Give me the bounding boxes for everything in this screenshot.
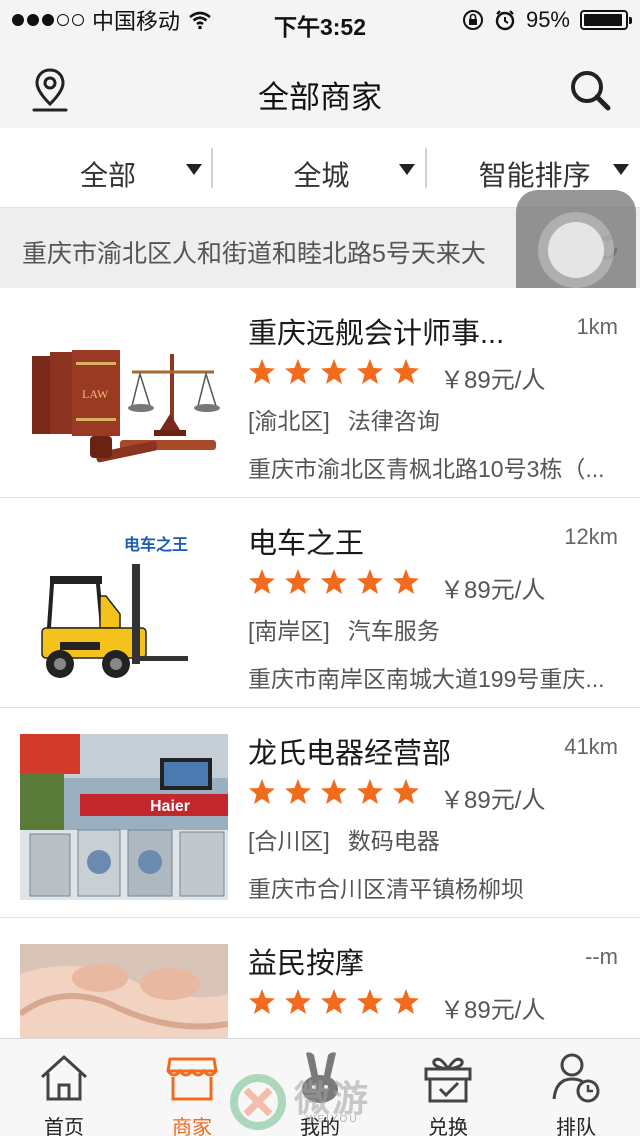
merchant-category: 数码电器 — [347, 828, 440, 854]
star-icon — [357, 989, 383, 1014]
alarm-icon — [495, 10, 515, 31]
merchant-image: 电车之王 — [20, 524, 228, 690]
star-icon — [393, 779, 419, 804]
rating-stars — [248, 988, 420, 1016]
tab-label: 我的 — [300, 1117, 340, 1136]
star-icon — [357, 569, 383, 594]
star-icon — [393, 989, 419, 1014]
star-icon — [285, 779, 311, 804]
merchant-meta: [南岸区] 汽车服务 — [248, 612, 440, 646]
merchant-price: ￥89元/人 — [440, 367, 546, 394]
merchant-distance: --m — [585, 944, 618, 969]
massage-image — [20, 944, 228, 1038]
merchant-name: 电车之王 — [248, 528, 365, 560]
tab-label: 兑换 — [428, 1117, 468, 1136]
star-icon — [321, 989, 347, 1014]
merchant-district: [渝北区] — [248, 408, 330, 434]
dropdown-arrow-icon — [612, 164, 629, 175]
merchant-address: 重庆市渝北区青枫北路10号3栋（... — [248, 456, 605, 482]
merchant-address: 重庆市合川区清平镇杨柳坝 — [248, 876, 524, 902]
star-icon — [321, 779, 347, 804]
svg-text:LAW: LAW — [82, 387, 109, 401]
page-title: 全部商家 — [258, 80, 382, 115]
merchant-meta: [合川区] 数码电器 — [248, 822, 440, 856]
star-icon — [249, 569, 275, 594]
star-icon — [393, 359, 419, 384]
brand-logo: Haier — [150, 798, 190, 815]
star-icon — [285, 989, 311, 1014]
queue-icon — [552, 1053, 600, 1103]
shop-icon — [166, 1057, 218, 1101]
tab-label: 商家 — [172, 1117, 212, 1136]
rating-stars — [248, 568, 420, 596]
filter-area[interactable]: 全城 — [213, 128, 427, 208]
merchant-card[interactable]: Haier 龙氏电器经营部 41km ￥89元/人 [合川区] 数码电器 重庆市合… — [0, 708, 640, 918]
filter-label: 全部 — [80, 160, 137, 191]
tab-queue[interactable]: 排队 — [512, 1039, 640, 1136]
gift-icon — [424, 1057, 472, 1103]
tab-shops[interactable]: 商家 — [128, 1039, 256, 1136]
star-icon — [249, 359, 275, 384]
merchant-card[interactable]: 益民按摩 --m ￥89元/人 — [0, 918, 640, 1038]
merchant-district: [南岸区] — [248, 618, 330, 644]
merchant-name: 龙氏电器经营部 — [248, 738, 452, 770]
merchant-list[interactable]: LAW 重庆远舰会计师事... 1km ￥89元/人 [渝北区] 法律咨询 重庆市… — [0, 288, 640, 1038]
merchant-image: Haier — [20, 734, 228, 900]
filter-label: 全城 — [293, 160, 350, 191]
forklift-image: 电车之王 — [20, 524, 228, 690]
merchant-image: LAW — [20, 314, 228, 480]
merchant-image — [20, 944, 228, 1038]
merchant-distance: 12km — [564, 524, 618, 549]
star-icon — [285, 359, 311, 384]
navigation-bar: 全部商家 — [0, 40, 640, 128]
star-icon — [357, 359, 383, 384]
merchant-price: ￥89元/人 — [440, 787, 546, 814]
merchant-meta: [渝北区] 法律咨询 — [248, 402, 440, 436]
home-icon — [40, 1055, 88, 1101]
user-icon — [302, 1052, 338, 1103]
filter-category[interactable]: 全部 — [0, 128, 214, 208]
merchant-name: 益民按摩 — [248, 948, 365, 980]
star-icon — [321, 569, 347, 594]
merchant-category: 汽车服务 — [347, 618, 440, 644]
merchant-card[interactable]: LAW 重庆远舰会计师事... 1km ￥89元/人 [渝北区] 法律咨询 重庆市… — [0, 288, 640, 498]
tab-exchange[interactable]: 兑换 — [384, 1039, 512, 1136]
law-books-scales-image: LAW — [20, 314, 228, 480]
brand-logo: 电车之王 — [124, 535, 188, 554]
merchant-category: 法律咨询 — [347, 408, 440, 434]
battery-percent: 95% — [525, 7, 570, 32]
battery-icon — [580, 10, 632, 30]
merchant-distance: 1km — [576, 314, 618, 339]
filter-label: 智能排序 — [478, 160, 591, 191]
star-icon — [393, 569, 419, 594]
rating-stars — [248, 778, 420, 806]
tab-home[interactable]: 首页 — [0, 1039, 128, 1136]
merchant-address: 重庆市南岸区南城大道199号重庆... — [248, 666, 605, 692]
merchant-distance: 41km — [564, 734, 618, 759]
appliance-store-image: Haier — [20, 734, 228, 900]
status-bar: 中国移动 下午3:52 95% — [0, 0, 640, 40]
status-right: 95% — [462, 0, 632, 40]
star-icon — [357, 779, 383, 804]
star-icon — [249, 779, 275, 804]
rotation-lock-icon — [462, 10, 483, 30]
merchant-card[interactable]: 电车之王 电车之王 12km ￥89元/人 [南岸区] 汽车服务 重庆市南岸区南城… — [0, 498, 640, 708]
dropdown-arrow-icon — [399, 164, 416, 175]
merchant-district: [合川区] — [248, 828, 330, 854]
star-icon — [285, 569, 311, 594]
tab-bar: 首页 商家 我的 兑换 排队 — [0, 1038, 640, 1136]
current-address: 重庆市渝北区人和街道和睦北路5号天来大 — [22, 240, 486, 268]
tab-label: 首页 — [44, 1117, 84, 1136]
rating-stars — [248, 358, 420, 386]
merchant-price: ￥89元/人 — [440, 577, 546, 604]
search-icon[interactable] — [568, 68, 612, 112]
merchant-name: 重庆远舰会计师事... — [248, 318, 505, 350]
star-icon — [249, 989, 275, 1014]
tab-mine[interactable]: 我的 — [256, 1039, 384, 1136]
merchant-price: ￥89元/人 — [440, 997, 546, 1024]
tab-label: 排队 — [556, 1117, 596, 1136]
star-icon — [321, 359, 347, 384]
assistive-core — [548, 222, 604, 278]
dropdown-arrow-icon — [186, 164, 202, 175]
